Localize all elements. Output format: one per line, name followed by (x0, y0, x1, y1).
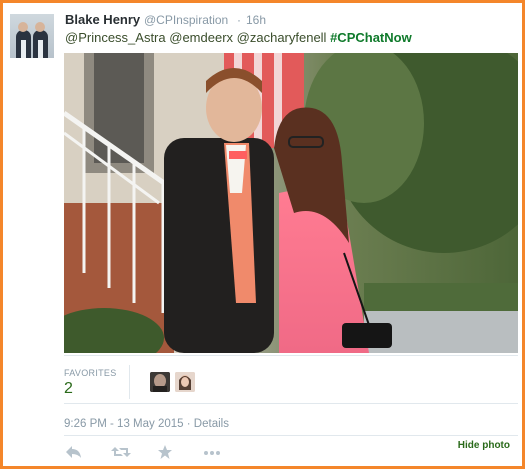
author-avatar[interactable] (10, 14, 54, 58)
tweet-text: @Princess_Astra @emdeerx @zacharyfenell … (65, 30, 412, 45)
tweet-datetime: 9:26 PM - 13 May 2015 (64, 418, 184, 430)
man-bowtie (229, 151, 247, 159)
photo-divider (64, 355, 518, 356)
more-dots-glyph (204, 451, 220, 455)
hashtag-link[interactable]: #CPChatNow (330, 30, 412, 45)
favorite-star-glyph (158, 445, 172, 459)
header-separator: · (237, 13, 241, 27)
man-suit (164, 138, 274, 353)
favorite-star-icon[interactable] (157, 444, 177, 462)
details-link[interactable]: Details (194, 418, 229, 430)
avatar-shirt-right (38, 40, 43, 58)
reply-icon-glyph (66, 446, 81, 458)
stats-divider (129, 365, 130, 399)
author-name[interactable]: Blake Henry (65, 12, 140, 27)
mention-link[interactable]: @emdeerx (169, 30, 233, 45)
retweet-icon-glyph (111, 447, 131, 457)
tweet-meta: 9:26 PM - 13 May 2015 · Details (64, 418, 229, 430)
more-dots-icon[interactable] (203, 444, 223, 462)
tweet-timestamp[interactable]: 16h (246, 13, 266, 27)
favorites-label: FAVORITES (64, 368, 117, 378)
favoriter-avatar-image (175, 372, 195, 392)
avatar-head-right (35, 22, 45, 32)
house-window-glass (94, 53, 144, 163)
prom-photo-illustration (64, 53, 518, 353)
retweet-icon[interactable] (111, 444, 131, 462)
hide-photo-link[interactable]: Hide photo (458, 440, 510, 451)
meta-separator: · (186, 418, 191, 430)
stats-bottom-divider (64, 403, 518, 404)
avatar-head-left (18, 22, 28, 32)
favorites-count[interactable]: 2 (64, 380, 73, 398)
favoriter-avatar[interactable] (175, 372, 195, 392)
author-handle[interactable]: @CPInspiration (144, 13, 228, 27)
favoriter-avatar[interactable] (150, 372, 170, 392)
reply-icon[interactable] (65, 444, 85, 462)
lawn (364, 283, 518, 311)
meta-bottom-divider (64, 435, 518, 436)
tweet-card-frame: Blake Henry @CPInspiration · 16h @Prince… (0, 0, 525, 469)
tweet-photo[interactable] (64, 53, 518, 353)
avatar-shirt-left (21, 40, 26, 58)
favoriter-avatar-image (150, 372, 170, 392)
mention-link[interactable]: @Princess_Astra (65, 30, 166, 45)
woman-handbag (342, 323, 392, 348)
mention-link[interactable]: @zacharyfenell (237, 30, 327, 45)
